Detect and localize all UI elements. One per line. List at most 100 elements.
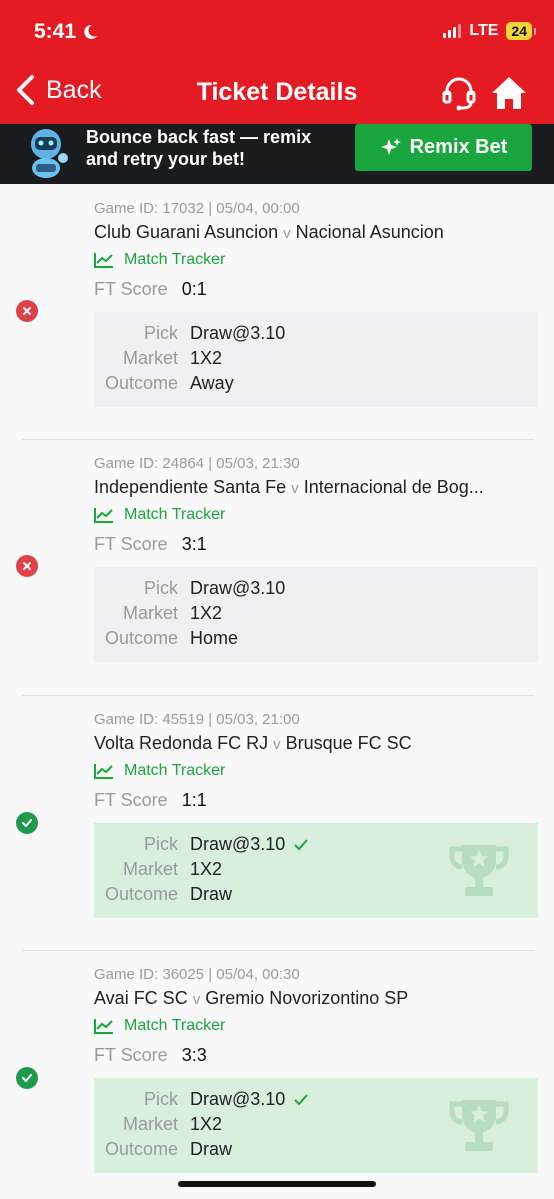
ticket-card: Game ID: 36025 | 05/04, 00:30 Avai FC SC…: [0, 950, 554, 1199]
ticket-card: Game ID: 17032 | 05/04, 00:00 Club Guara…: [0, 184, 554, 439]
market-row: Market 1X2: [94, 603, 538, 628]
headset-icon[interactable]: [440, 74, 478, 112]
pick-value: Draw@3.10: [190, 834, 286, 854]
ft-score-value: 3:3: [181, 1045, 207, 1065]
match-tracker-link[interactable]: Match Tracker: [94, 506, 225, 524]
match-tracker-label: Match Tracker: [124, 762, 226, 779]
pick-label: Pick: [143, 323, 178, 343]
chart-trend-icon: [94, 764, 113, 779]
match-tracker-label: Match Tracker: [124, 251, 226, 268]
ft-score-value: 0:1: [181, 279, 207, 299]
away-team: Nacional Asuncion: [295, 222, 444, 242]
teams-line: Avai FC SC v Gremio Novorizontino SP: [94, 988, 408, 1009]
game-id-line: Game ID: 36025 | 05/04, 00:30: [94, 966, 300, 983]
market-value: 1X2: [190, 348, 223, 368]
outcome-row: Outcome Home: [94, 628, 538, 653]
home-team: Club Guarani Asuncion: [94, 222, 279, 242]
away-team: Brusque FC SC: [285, 733, 412, 753]
ft-score-row: FT Score 3:3: [94, 1045, 207, 1066]
market-value: 1X2: [190, 1114, 223, 1134]
match-tracker-link[interactable]: Match Tracker: [94, 251, 225, 269]
signal-icon: [443, 24, 462, 38]
match-tracker-label: Match Tracker: [124, 506, 226, 523]
market-value: 1X2: [190, 859, 223, 879]
remix-banner: Bounce back fast — remix and retry your …: [0, 124, 554, 184]
nav-bar: Back Ticket Details: [0, 70, 554, 116]
teams-line: Independiente Santa Fe v Internacional d…: [94, 477, 484, 498]
teams-line: Volta Redonda FC RJ v Brusque FC SC: [94, 733, 412, 754]
ft-score-label: FT Score: [94, 279, 168, 299]
lost-x-icon: [16, 555, 38, 577]
outcome-label: Outcome: [104, 884, 178, 904]
market-label: Market: [122, 1114, 178, 1134]
pick-label: Pick: [143, 1089, 178, 1109]
pick-value-wrap: Draw@3.10: [190, 578, 285, 599]
pick-details-box: Pick Draw@3.10 Market 1X2 Outcome Draw: [94, 823, 538, 918]
remix-bet-button[interactable]: Remix Bet: [355, 124, 532, 171]
chevron-left-icon: [17, 75, 34, 105]
away-team: Gremio Novorizontino SP: [205, 988, 409, 1008]
versus-label: v: [283, 225, 291, 242]
pick-row: Pick Draw@3.10: [94, 578, 538, 603]
ticket-card: Game ID: 24864 | 05/03, 21:30 Independie…: [0, 439, 554, 694]
pick-value: Draw@3.10: [190, 323, 286, 343]
away-team: Internacional de Bog...: [303, 477, 484, 497]
game-id-line: Game ID: 24864 | 05/03, 21:30: [94, 455, 300, 472]
pick-details-box: Pick Draw@3.10 Market 1X2 Outcome Home: [94, 567, 538, 662]
pick-row: Pick Draw@3.10: [94, 323, 538, 348]
outcome-value: Draw: [190, 884, 233, 904]
divider: [22, 439, 534, 440]
home-team: Volta Redonda FC RJ: [94, 733, 269, 753]
top-bar: 5:41 LTE 24 Back Ticket Details: [0, 0, 554, 124]
pick-value-wrap: Draw@3.10: [190, 323, 285, 344]
outcome-row: Outcome Away: [94, 373, 538, 398]
versus-label: v: [291, 480, 299, 497]
outcome-value: Home: [190, 628, 239, 648]
ticket-card: Game ID: 45519 | 05/03, 21:00 Volta Redo…: [0, 695, 554, 950]
back-label: Back: [46, 75, 102, 104]
pick-details-box: Pick Draw@3.10 Market 1X2 Outcome Draw: [94, 1078, 538, 1173]
ft-score-value: 1:1: [181, 790, 207, 810]
divider: [22, 950, 534, 951]
chart-trend-icon: [94, 1019, 113, 1034]
status-time: 5:41: [34, 20, 98, 44]
ft-score-row: FT Score 0:1: [94, 279, 207, 300]
ft-score-row: FT Score 3:1: [94, 534, 207, 555]
match-tracker-link[interactable]: Match Tracker: [94, 762, 225, 780]
outcome-label: Outcome: [104, 628, 178, 648]
match-tracker-link[interactable]: Match Tracker: [94, 1017, 225, 1035]
outcome-label: Outcome: [104, 373, 178, 393]
teams-line: Club Guarani Asuncion v Nacional Asuncio…: [94, 222, 444, 243]
back-button[interactable]: Back: [14, 74, 102, 106]
home-team: Independiente Santa Fe: [94, 477, 287, 497]
lost-x-icon: [16, 300, 38, 322]
market-row: Market 1X2: [94, 348, 538, 373]
trophy-icon: [449, 845, 509, 896]
outcome-value: Draw: [190, 1139, 233, 1159]
pick-details-box: Pick Draw@3.10 Market 1X2 Outcome Away: [94, 312, 538, 407]
pick-label: Pick: [143, 578, 178, 598]
versus-label: v: [273, 736, 281, 753]
game-id-line: Game ID: 45519 | 05/03, 21:00: [94, 711, 300, 728]
pick-value: Draw@3.10: [190, 1089, 286, 1109]
won-check-icon: [16, 812, 38, 834]
game-id-line: Game ID: 17032 | 05/04, 00:00: [94, 200, 300, 217]
versus-label: v: [192, 991, 201, 1008]
trophy-icon: [449, 1100, 509, 1151]
remix-bet-label: Remix Bet: [409, 136, 508, 158]
chart-trend-icon: [94, 508, 113, 523]
ft-score-label: FT Score: [94, 790, 168, 810]
sparkle-icon: [380, 137, 401, 155]
market-label: Market: [122, 603, 178, 623]
ft-score-label: FT Score: [94, 534, 168, 554]
banner-text: Bounce back fast — remix and retry your …: [86, 127, 312, 169]
match-tracker-label: Match Tracker: [124, 1017, 226, 1034]
network-label: LTE: [469, 22, 499, 39]
market-label: Market: [122, 859, 178, 879]
home-icon[interactable]: [490, 74, 528, 112]
pick-value-wrap: Draw@3.10: [190, 1089, 309, 1110]
home-indicator[interactable]: [178, 1181, 376, 1187]
moon-icon: [84, 24, 98, 39]
clock-label: 5:41: [34, 20, 77, 43]
home-team: Avai FC SC: [94, 988, 188, 1008]
